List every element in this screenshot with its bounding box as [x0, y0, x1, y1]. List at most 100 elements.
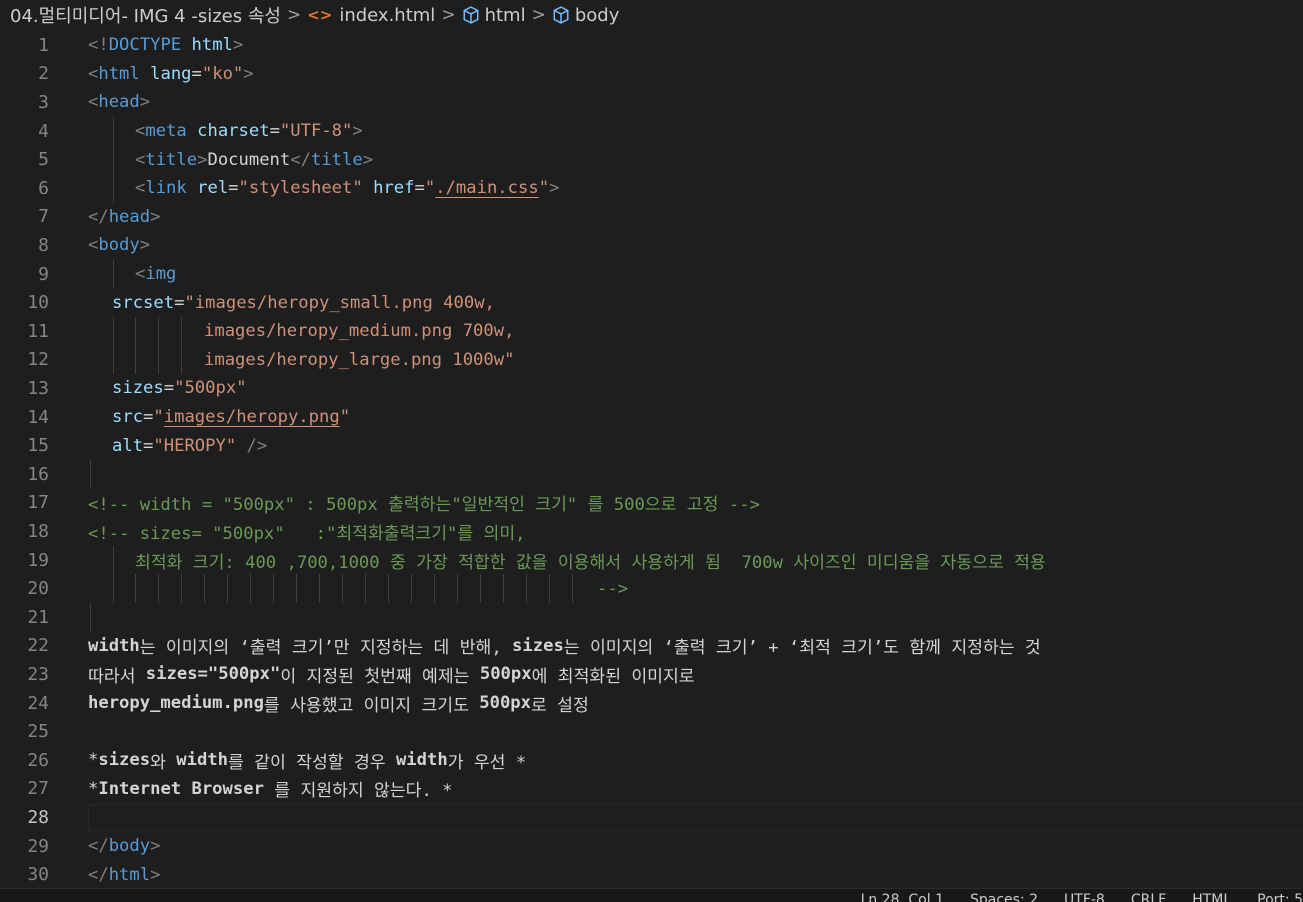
- code-line[interactable]: 2 < html lang = "ko" >: [0, 60, 1303, 89]
- line-content: </head >: [88, 203, 160, 232]
- code-line[interactable]: 7 </head >: [0, 203, 1303, 232]
- tag-name: body: [98, 235, 140, 256]
- cube-icon: [553, 6, 569, 24]
- line-number: 18: [27, 520, 49, 542]
- text: 를 지원하지 않는다. *: [263, 781, 453, 802]
- code-line[interactable]: 9 < img: [0, 259, 1303, 289]
- code-line[interactable]: 4 < meta charset = "UTF-8" >: [0, 116, 1303, 146]
- text: 이 지정된 첫번째 예제는: [280, 666, 480, 687]
- line-number: 7: [38, 206, 49, 228]
- chevron-right-icon: >: [286, 5, 302, 25]
- quote: ": [153, 407, 164, 428]
- code-line[interactable]: 26 * sizes 와 width 를 같이 작성할 경우 width 가 우선 *: [0, 746, 1303, 775]
- code-line[interactable]: 22 width 는 이미지의 ‘출력 크기’만 지정하는 데 반해, sizes…: [0, 632, 1303, 661]
- line-number: 5: [38, 149, 49, 171]
- indent-guide: [113, 317, 114, 346]
- code-line[interactable]: 21: [0, 603, 1303, 632]
- line-content: images/heropy_large.png 1000w": [204, 346, 514, 375]
- code-line[interactable]: 6 < link rel = "stylesheet" href = " ./main.cs…: [0, 174, 1303, 203]
- tag-name: body: [108, 836, 151, 857]
- code-line[interactable]: 27 * Internet Browser 를 지원하지 않는다. *: [0, 775, 1303, 804]
- bold-text: width: [88, 635, 140, 656]
- code-line-current[interactable]: 28: [0, 803, 1303, 832]
- breadcrumb-file[interactable]: index.html: [339, 5, 435, 26]
- breadcrumb-element-body[interactable]: body: [575, 5, 620, 26]
- code-line[interactable]: 14 src = " images/heropy.png ": [0, 403, 1303, 432]
- bold-text: width: [176, 750, 229, 771]
- tag-bracket: />: [236, 435, 268, 456]
- code-line[interactable]: 15 alt = "HEROPY" />: [0, 431, 1303, 460]
- code-line[interactable]: 24 heropy_medium.png 를 사용했고 이미지 크기도 500px…: [0, 689, 1303, 718]
- breadcrumb-subfolder[interactable]: - IMG 4 -sizes 속성: [121, 2, 281, 28]
- indent-guide: [572, 574, 573, 603]
- attribute-name: src: [112, 407, 144, 428]
- line-content: </html >: [88, 860, 160, 889]
- tag-bracket: >: [232, 35, 244, 56]
- indent-guide: [113, 545, 114, 575]
- indent-guide: [181, 345, 182, 375]
- code-line[interactable]: 30 </html >: [0, 860, 1303, 889]
- indent-guide: [342, 574, 343, 603]
- line-content: < body >: [88, 231, 150, 260]
- file-link[interactable]: ./main.css: [435, 178, 538, 198]
- bold-text: 500px: [479, 664, 532, 685]
- line-number: 14: [27, 406, 49, 428]
- code-line[interactable]: 12 images/heropy_large.png 1000w": [0, 345, 1303, 375]
- code-line[interactable]: 17 <!-- width = "500px" : 500px 출력하는"일반적…: [0, 489, 1303, 518]
- line-number: 6: [38, 177, 49, 199]
- line-number: 23: [27, 663, 49, 685]
- indent-guide: [90, 460, 91, 489]
- line-number: 1: [38, 34, 49, 56]
- text: 따라서: [88, 666, 146, 687]
- code-line[interactable]: 5 < title > Document </title >: [0, 145, 1303, 174]
- attribute-name: srcset: [112, 292, 175, 313]
- line-number: 4: [38, 120, 49, 142]
- code-line[interactable]: 20 -->: [0, 574, 1303, 603]
- line-number: 9: [38, 263, 49, 285]
- code-line[interactable]: 1 <! DOCTYPE html >: [0, 31, 1303, 60]
- line-content: * sizes 와 width 를 같이 작성할 경우 width 가 우선 *: [88, 746, 526, 775]
- tag-name: img: [145, 264, 177, 285]
- tag-name: title: [145, 149, 198, 170]
- line-number: 22: [27, 635, 49, 657]
- tag-name: head: [108, 206, 151, 227]
- breadcrumb-element-html[interactable]: html: [485, 5, 526, 26]
- code-line[interactable]: 25: [0, 717, 1303, 746]
- line-content: * Internet Browser 를 지원하지 않는다. *: [88, 775, 453, 804]
- code-line[interactable]: 18 <!-- sizes= "500px" :"최적화출력크기"를 의미,: [0, 517, 1303, 546]
- indent-guide: [411, 574, 412, 603]
- tag-bracket: >: [362, 149, 374, 170]
- quote: ": [339, 407, 351, 428]
- file-link[interactable]: images/heropy.png: [164, 407, 340, 427]
- indent-guide: [388, 574, 389, 603]
- line-number: 13: [27, 377, 49, 399]
- text: 는 이미지의 ‘출력 크기’만 지정하는 데 반해,: [139, 638, 513, 659]
- code-line[interactable]: 19 최적화 크기: 400 ,700,1000 중 가장 적합한 값을 이용해…: [0, 545, 1303, 575]
- breadcrumb-folder[interactable]: 04.멀티미디어: [10, 2, 121, 28]
- equals: =: [174, 292, 185, 313]
- status-bar: Ln 28, Col 1 Spaces: 2 UTF-8 CRLF HTML P…: [0, 888, 1303, 902]
- indent-guide: [181, 317, 182, 346]
- tag-bracket: <: [88, 63, 99, 84]
- code-line[interactable]: 11 images/heropy_medium.png 700w,: [0, 317, 1303, 346]
- code-line[interactable]: 16: [0, 460, 1303, 489]
- bold-text: Internet Browser: [98, 778, 264, 799]
- code-line[interactable]: 29 </body >: [0, 832, 1303, 861]
- code-line[interactable]: 13 sizes = "500px": [0, 374, 1303, 403]
- cube-icon: [463, 6, 479, 24]
- line-number: 17: [27, 492, 49, 514]
- equals: =: [228, 178, 239, 199]
- attribute-value: "HEROPY": [153, 435, 237, 456]
- code-line[interactable]: 3 < head >: [0, 88, 1303, 117]
- line-content: sizes = "500px": [112, 374, 247, 403]
- code-line[interactable]: 10 srcset = "images/heropy_small.png 400w,: [0, 288, 1303, 317]
- code-editor[interactable]: 1 <! DOCTYPE html > 2 < html lang = "ko" > 3 <…: [0, 31, 1303, 887]
- line-content: </body >: [88, 832, 160, 861]
- tag-bracket: <: [135, 178, 146, 199]
- line-content: -->: [597, 578, 629, 599]
- code-line[interactable]: 8 < body >: [0, 231, 1303, 260]
- attribute-name: lang: [150, 63, 192, 84]
- code-line[interactable]: 23 따라서 sizes="500px" 이 지정된 첫번째 예제는 500px 에…: [0, 660, 1303, 689]
- line-content: src = " images/heropy.png ": [112, 403, 350, 432]
